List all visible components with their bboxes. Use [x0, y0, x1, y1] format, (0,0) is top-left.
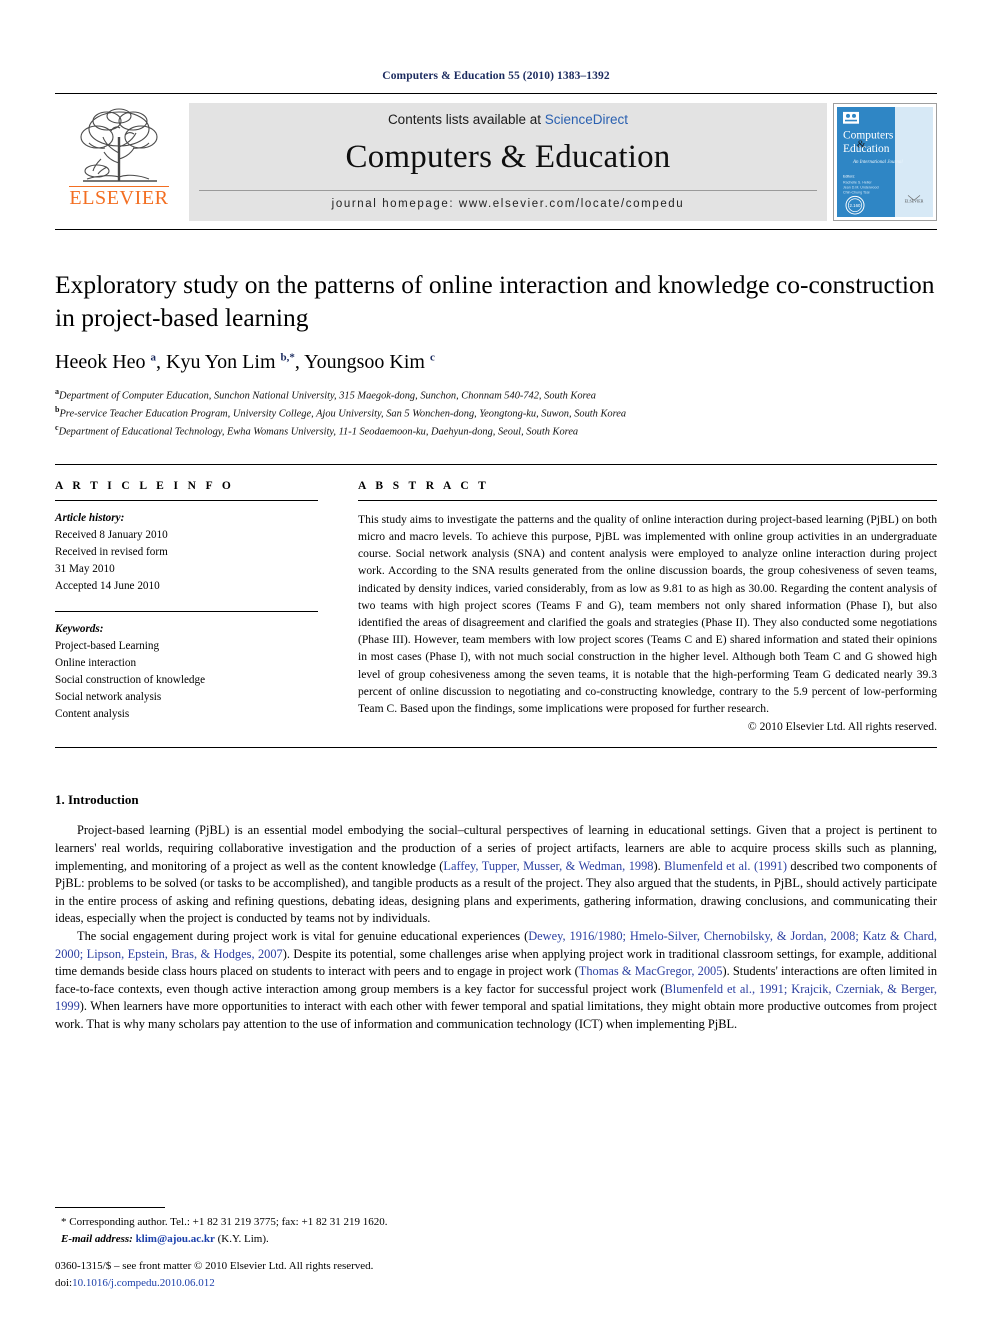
- footnote-rule: [55, 1207, 165, 1208]
- body-text: ).: [653, 858, 665, 873]
- email-label: E-mail address:: [61, 1232, 133, 1245]
- keyword-item: Social network analysis: [55, 691, 162, 703]
- svg-text:Editors:: Editors:: [843, 175, 855, 179]
- email-owner: (K.Y. Lim).: [217, 1232, 269, 1245]
- affiliation-text-c: Department of Educational Technology, Ew…: [58, 426, 579, 438]
- body-text: ). When learners have more opportunities…: [55, 999, 937, 1031]
- title-block: Exploratory study on the patterns of onl…: [55, 268, 937, 440]
- svg-text:Education: Education: [843, 143, 890, 155]
- page-title: Exploratory study on the patterns of onl…: [55, 270, 935, 333]
- corresponding-author-note: * Corresponding author. Tel.: +1 82 31 2…: [61, 1216, 388, 1228]
- history-item: Received in revised form: [55, 545, 168, 558]
- affiliation-list: aDepartment of Computer Education, Sunch…: [55, 386, 937, 440]
- front-matter-line: 0360-1315/$ – see front matter © 2010 El…: [55, 1260, 374, 1272]
- email-link[interactable]: klim@ajou.ac.kr: [136, 1233, 215, 1245]
- svg-text:ELSEVIER: ELSEVIER: [905, 198, 924, 203]
- svg-text:An International Journal: An International Journal: [852, 160, 903, 165]
- affiliation-b: bPre-service Teacher Education Program, …: [55, 404, 937, 422]
- doi-label: doi:: [55, 1276, 73, 1289]
- elsevier-wordmark: ELSEVIER: [69, 186, 169, 209]
- abstract-heading: A B S T R A C T: [358, 479, 490, 492]
- journal-masthead: ELSEVIER Contents lists available at Sci…: [55, 103, 937, 221]
- intro-paragraph-1: Project-based learning (PjBL) is an esse…: [55, 822, 937, 928]
- footnote-area: * Corresponding author. Tel.: +1 82 31 2…: [55, 1207, 615, 1247]
- elsevier-tree-icon: [67, 107, 171, 185]
- affiliation-a: aDepartment of Computer Education, Sunch…: [55, 386, 937, 404]
- citation-link[interactable]: Thomas & MacGregor, 2005: [579, 964, 723, 978]
- doi-link[interactable]: 10.1016/j.compedu.2010.06.012: [72, 1277, 215, 1289]
- abstract-column: A B S T R A C T This study aims to inves…: [340, 480, 937, 733]
- abstract-copyright: © 2010 Elsevier Ltd. All rights reserved…: [747, 720, 937, 734]
- journal-band: Contents lists available at ScienceDirec…: [189, 103, 827, 221]
- running-head: Computers & Education 55 (2010) 1383–139…: [382, 70, 610, 82]
- article-history: Article history: Received 8 January 2010…: [55, 510, 318, 595]
- keyword-list: Keywords: Project-based Learning Online …: [55, 621, 318, 723]
- divider-under-masthead: [55, 229, 937, 230]
- journal-homepage[interactable]: journal homepage: www.elsevier.com/locat…: [199, 190, 817, 210]
- sciencedirect-link[interactable]: ScienceDirect: [545, 112, 628, 127]
- article-info-heading: A R T I C L E I N F O: [55, 479, 235, 492]
- divider-above-info: [55, 463, 937, 465]
- divider-info: [55, 499, 318, 501]
- abstract-text: This study aims to investigate the patte…: [358, 512, 937, 716]
- divider-keywords: [55, 610, 318, 612]
- article-page: Computers & Education 55 (2010) 1383–139…: [0, 0, 992, 1323]
- keyword-item: Content analysis: [55, 708, 130, 721]
- history-item: Received 8 January 2010: [55, 528, 168, 541]
- keyword-item: Social construction of knowledge: [55, 673, 206, 686]
- intro-paragraph-2: The social engagement during project wor…: [55, 928, 937, 1034]
- svg-text:Jean D.M. Underwood: Jean D.M. Underwood: [843, 186, 879, 190]
- svg-text:Rachelle S. Heller: Rachelle S. Heller: [843, 181, 872, 185]
- affiliation-c: cDepartment of Educational Technology, E…: [55, 422, 937, 440]
- svg-text:Chin-Chung Tsai: Chin-Chung Tsai: [843, 190, 870, 194]
- elsevier-logo[interactable]: ELSEVIER: [55, 103, 183, 221]
- keyword-item: Project-based Learning: [55, 639, 160, 652]
- svg-text:2.160: 2.160: [849, 203, 861, 208]
- keyword-item: Online interaction: [55, 656, 137, 669]
- svg-text:Computers: Computers: [843, 130, 894, 142]
- divider-top: [55, 93, 937, 94]
- author-list: Heeok Heo a, Kyu Yon Lim b,*, Youngsoo K…: [55, 351, 435, 374]
- citation-link[interactable]: Laffey, Tupper, Musser, & Wedman, 1998: [443, 859, 653, 873]
- contents-prefix: Contents lists available at: [387, 112, 545, 127]
- article-info-column: A R T I C L E I N F O Article history: R…: [55, 480, 340, 733]
- divider-abstract: [358, 499, 937, 501]
- history-item: 31 May 2010: [55, 562, 115, 575]
- contents-lists-line: Contents lists available at ScienceDirec…: [388, 112, 628, 127]
- page-footer: 0360-1315/$ – see front matter © 2010 El…: [55, 1258, 655, 1291]
- keywords-label: Keywords:: [55, 622, 104, 635]
- email-note: E-mail address: klim@ajou.ac.kr (K.Y. Li…: [55, 1231, 615, 1248]
- divider-below-abstract: [55, 747, 937, 749]
- article-history-label: Article history:: [55, 511, 125, 524]
- doi-line: doi:10.1016/j.compedu.2010.06.012: [55, 1275, 655, 1292]
- journal-title: Computers & Education: [345, 139, 671, 175]
- section-heading-introduction: 1. Introduction: [55, 792, 139, 808]
- affiliation-text-a: Department of Computer Education, Suncho…: [59, 390, 596, 402]
- info-abstract-region: A R T I C L E I N F O Article history: R…: [55, 480, 937, 733]
- affiliation-text-b: Pre-service Teacher Education Program, U…: [59, 408, 627, 420]
- body-text: The social engagement during project wor…: [77, 928, 529, 943]
- citation-link[interactable]: Blumenfeld et al. (1991): [664, 859, 787, 873]
- history-item: Accepted 14 June 2010: [55, 579, 160, 592]
- introduction-section: 1. Introduction Project-based learning (…: [55, 792, 937, 1033]
- journal-cover-thumbnail[interactable]: Computers & Education An International J…: [833, 103, 937, 221]
